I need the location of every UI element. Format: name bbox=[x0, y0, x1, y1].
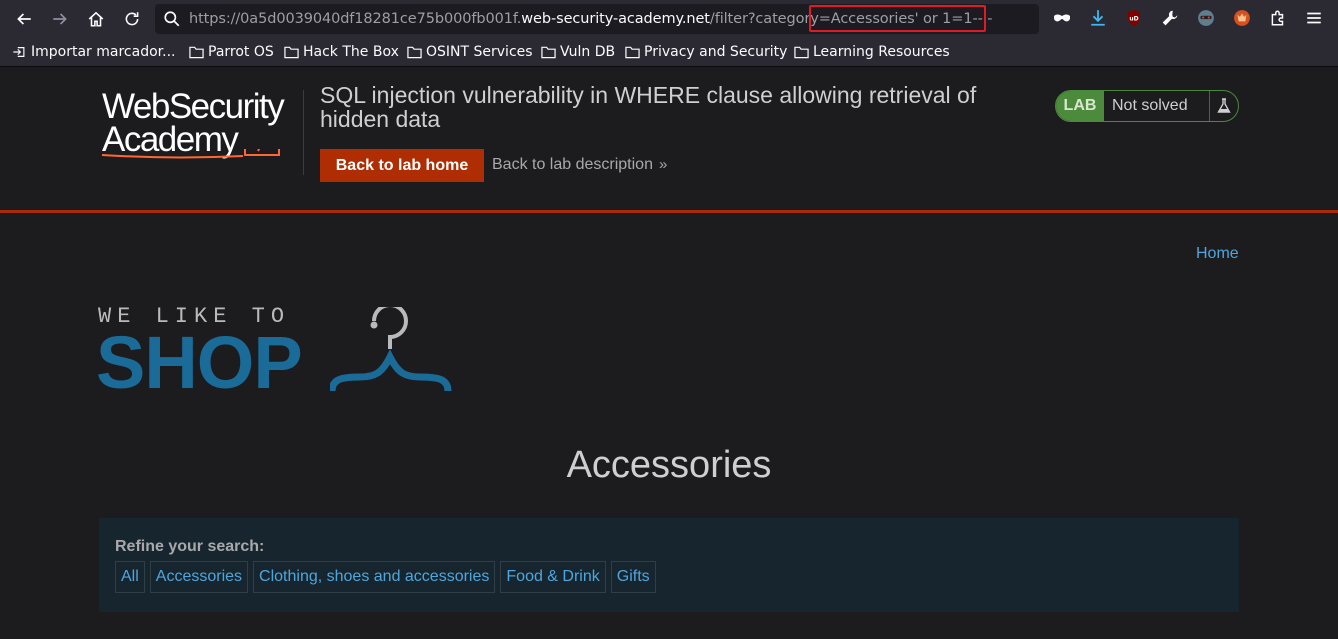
import-icon bbox=[13, 47, 25, 57]
filter-clothing[interactable]: Clothing, shoes and accessories bbox=[253, 561, 496, 593]
svg-text:uD: uD bbox=[1129, 16, 1138, 23]
double-chevron-right-icon: » bbox=[658, 156, 668, 173]
foxyproxy-icon[interactable] bbox=[1231, 7, 1253, 29]
filter-gifts[interactable]: Gifts bbox=[610, 561, 656, 593]
bookmark-import[interactable]: Importar marcador... bbox=[12, 43, 175, 61]
bookmarks-bar: Importar marcador... Parrot OS Hack The … bbox=[0, 38, 1338, 67]
bookmark-folder-osint-services[interactable]: OSINT Services bbox=[407, 43, 533, 61]
lab-header: WebSecurity Academy SQL injection vulner… bbox=[0, 67, 1338, 213]
private-mask-icon[interactable] bbox=[1051, 7, 1073, 29]
lab-tag: LAB bbox=[1056, 91, 1104, 121]
bookmark-folder-privacy-security[interactable]: Privacy and Security bbox=[625, 43, 787, 61]
back-to-lab-description-link[interactable]: Back to lab description» bbox=[492, 156, 667, 174]
lab-status-badge: LAB Not solved bbox=[1055, 90, 1239, 122]
lab-title: SQL injection vulnerability in WHERE cla… bbox=[320, 82, 977, 132]
extensions-puzzle-icon[interactable] bbox=[1267, 7, 1289, 29]
shop-logo-word: SHOP bbox=[96, 321, 303, 404]
shop-logo: WE LIKE TO SHOP bbox=[96, 304, 454, 404]
download-icon[interactable] bbox=[1087, 7, 1109, 29]
hacker-mask-icon[interactable] bbox=[1195, 7, 1217, 29]
bookmark-folder-parrot-os[interactable]: Parrot OS bbox=[189, 43, 274, 61]
flask-icon bbox=[1210, 91, 1238, 121]
bookmark-folder-vuln-db[interactable]: Vuln DB bbox=[541, 43, 615, 61]
bookmark-folder-hack-the-box[interactable]: Hack The Box bbox=[284, 43, 399, 61]
home-link[interactable]: Home bbox=[1196, 245, 1239, 263]
injection-highlight-box bbox=[809, 5, 986, 32]
header-divider bbox=[303, 90, 304, 175]
back-arrow-icon[interactable] bbox=[11, 6, 37, 32]
forward-arrow-icon[interactable] bbox=[47, 6, 73, 32]
wrench-icon[interactable] bbox=[1159, 7, 1181, 29]
filter-links: All Accessories Clothing, shoes and acce… bbox=[115, 561, 661, 593]
academy-logo[interactable]: WebSecurity Academy bbox=[100, 89, 305, 181]
home-icon[interactable] bbox=[83, 6, 109, 32]
filter-all[interactable]: All bbox=[115, 561, 145, 593]
folder-icon bbox=[284, 46, 299, 59]
filter-panel: Refine your search: All Accessories Clot… bbox=[99, 518, 1239, 612]
folder-icon bbox=[794, 46, 809, 59]
refine-search-label: Refine your search: bbox=[115, 538, 265, 555]
filter-food-drink[interactable]: Food & Drink bbox=[500, 561, 606, 593]
folder-icon bbox=[189, 46, 204, 59]
folder-icon bbox=[407, 46, 422, 59]
browser-toolbar: https://0a5d0039040df18281ce75b000fb001f… bbox=[0, 0, 1338, 38]
menu-hamburger-icon[interactable] bbox=[1303, 7, 1325, 29]
bookmark-folder-learning-resources[interactable]: Learning Resources bbox=[794, 43, 950, 61]
back-to-lab-home-button[interactable]: Back to lab home bbox=[320, 149, 484, 182]
filter-accessories[interactable]: Accessories bbox=[149, 561, 249, 593]
search-icon bbox=[164, 11, 180, 27]
ublock-shield-icon[interactable]: uD bbox=[1123, 7, 1145, 29]
coat-hanger-icon bbox=[330, 307, 452, 392]
page-content: WebSecurity Academy SQL injection vulner… bbox=[0, 67, 1338, 639]
folder-icon bbox=[541, 46, 556, 59]
reload-icon[interactable] bbox=[119, 6, 145, 32]
status-text: Not solved bbox=[1104, 91, 1210, 121]
category-title: Accessories bbox=[566, 444, 772, 486]
logo-lightning-icon bbox=[101, 149, 280, 159]
folder-icon bbox=[625, 46, 640, 59]
